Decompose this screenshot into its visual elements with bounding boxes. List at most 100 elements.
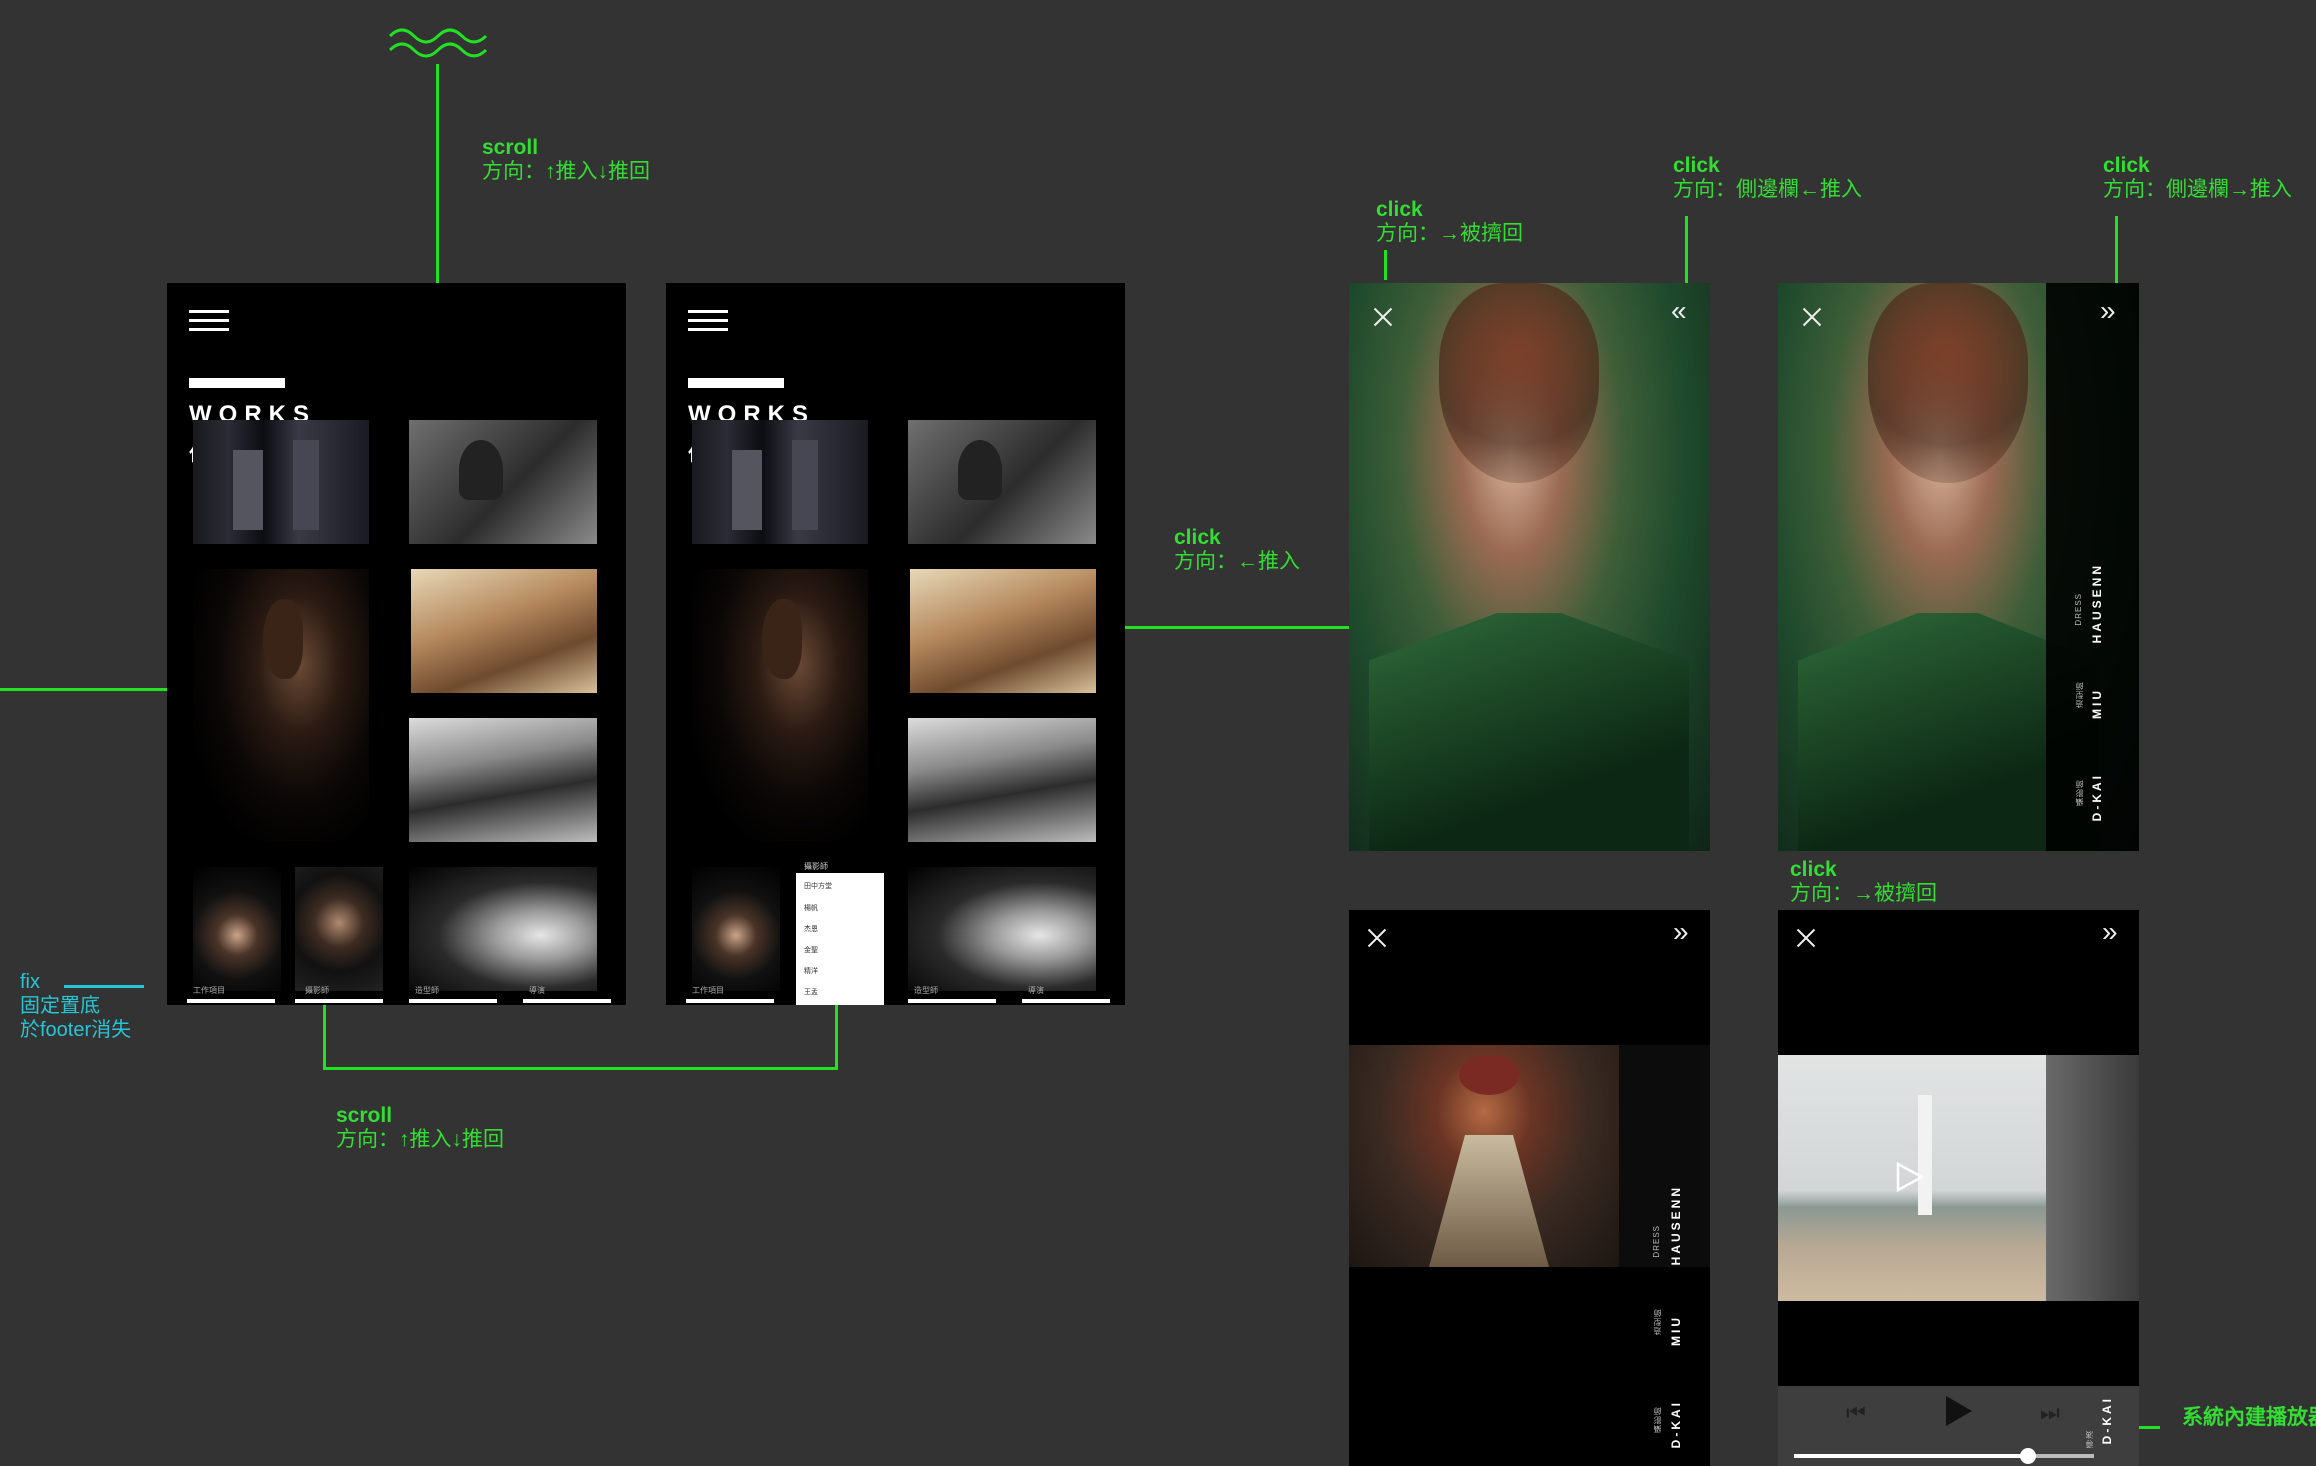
landscape-photo [1349,1045,1619,1267]
connector-close [1384,250,1387,280]
title-bar [189,378,285,388]
menu-icon[interactable] [189,310,229,332]
work-thumbnail[interactable] [295,867,383,991]
footer-label-category[interactable]: 工作項目 [193,985,225,996]
works-screen-2: WORKS 作品 攝影師 田中方堂 楊帆 杰恩 金聖 精洋 王孟 工作項目 造型… [666,283,1125,1005]
footer-label-director[interactable]: 導演 [1028,985,1044,996]
annotation-click-sidebar-out: click 方向：側邊欄→推入 [2103,154,2292,202]
work-thumbnail[interactable] [193,420,369,544]
previous-icon[interactable]: ⏮ [1846,1400,1866,1426]
work-thumbnail[interactable] [692,569,868,841]
close-icon[interactable] [1796,928,1816,948]
credit-name: D-KAI [2090,773,2104,822]
annotation-title: 系統內建播放器 [2182,1406,2316,1429]
photographer-filter-dropdown[interactable]: 攝影師 田中方堂 楊帆 杰恩 金聖 精洋 王孟 [796,862,884,1005]
footer-tab-bar [908,999,996,1003]
close-icon[interactable] [1367,928,1387,948]
work-thumbnail[interactable] [908,420,1096,544]
annotation-title: click [1790,858,1837,881]
video-frame[interactable] [1778,1055,2046,1301]
credit-name: HAUSENN [1669,1185,1683,1266]
photo-sidebar-overlay [1619,1045,1710,1267]
dropdown-option[interactable]: 精洋 [804,966,818,976]
annotation-line: 於footer消失 [20,1019,132,1041]
footer-tab-bar [686,999,774,1003]
credit-role: 攝影師 [2075,779,2084,806]
credit-name: D-KAI [2100,1396,2114,1445]
close-icon[interactable] [1802,307,1822,327]
annotation-title: click [2103,154,2150,177]
annotation-scroll-bottom: scroll 方向：↑推入↓推回 [336,1104,504,1152]
annotation-desc: 方向：←推入 [1174,550,1300,573]
work-thumbnail[interactable] [692,420,868,544]
title-bar [688,378,784,388]
annotation-click-close-video: click 方向：→被擠回 [1790,858,1937,906]
work-thumbnail[interactable] [409,867,597,991]
annotation-line: 固定置底 [20,995,100,1017]
footer-tab-bar [523,999,611,1003]
credit-name: MIU [2090,688,2104,719]
play-icon[interactable] [1946,1396,1972,1426]
credit-role: 導演 [2085,1430,2094,1448]
work-thumbnail[interactable] [910,569,1096,693]
dropdown-option[interactable]: 田中方堂 [804,881,832,891]
credit-role: 造型師 [1653,1308,1662,1335]
next-icon[interactable]: ⏭ [2040,1400,2060,1426]
work-thumbnail[interactable] [411,569,597,693]
photo-hair [1439,283,1599,483]
menu-icon[interactable] [688,310,728,332]
dropdown-option[interactable]: 金聖 [804,945,818,955]
photo-dress [1369,613,1689,851]
connector-bottom-base [323,1067,838,1070]
annotation-click-push: click 方向：←推入 [1174,526,1300,574]
chevron-right-icon[interactable]: » [2102,918,2118,946]
work-thumbnail[interactable] [908,718,1096,842]
works-screen-1: WORKS 作品 工作項目 攝影師 造型師 導演 [167,283,626,1005]
work-thumbnail[interactable] [692,867,780,991]
connector-scroll-top [436,64,439,312]
footer-tab-bar [1022,999,1110,1003]
annotation-title: click [1673,154,1720,177]
annotation-fix: fix 固定置底 於footer消失 [20,970,131,1042]
close-icon[interactable] [1373,307,1393,327]
credit-role: DRESS [1652,1225,1661,1258]
annotation-desc: 方向：→被擠回 [1376,222,1523,245]
annotation-click-sidebar-in: click 方向：側邊欄←推入 [1673,154,1862,202]
play-overlay-icon[interactable] [1892,1160,1926,1194]
annotation-scroll-top: scroll 方向：↑推入↓推回 [482,136,650,184]
annotation-desc: 方向：→被擠回 [1790,882,1937,905]
dropdown-option[interactable]: 楊帆 [804,903,818,913]
credit-role: 造型師 [2075,681,2084,708]
dropdown-option[interactable]: 杰恩 [804,924,818,934]
connector-bottom-right [835,1000,838,1070]
work-thumbnail[interactable] [908,867,1096,991]
footer-label-category[interactable]: 工作項目 [692,985,724,996]
credit-role: 攝影師 [1653,1406,1662,1433]
footer-tab-bar [187,999,275,1003]
connector-bottom-left [323,1000,326,1070]
annotation-title: fix [20,971,40,993]
credit-name: HAUSENN [2090,563,2104,644]
work-thumbnail[interactable] [409,420,597,544]
credit-name: D-KAI [1669,1400,1683,1449]
footer-tab-bar [295,999,383,1003]
dropdown-option[interactable]: 王孟 [804,987,818,997]
credit-name: MIU [1669,1315,1683,1346]
footer-label-stylist[interactable]: 造型師 [914,985,938,996]
dropdown-header: 攝影師 [804,862,828,871]
annotation-desc: 方向：側邊欄→推入 [2103,178,2292,201]
footer-label-director[interactable]: 導演 [529,985,545,996]
chevron-right-icon[interactable]: » [1673,918,1689,946]
annotation-desc: 方向：↑推入↓推回 [336,1128,504,1151]
chevron-left-icon[interactable]: « [1671,297,1687,325]
work-thumbnail[interactable] [409,718,597,842]
work-thumbnail[interactable] [193,569,369,841]
annotation-title: click [1376,198,1423,221]
chevron-right-icon[interactable]: » [2100,297,2116,325]
work-thumbnail[interactable] [193,867,281,991]
credit-role: DRESS [2074,593,2083,626]
progress-knob[interactable] [2020,1448,2036,1464]
footer-label-photographer[interactable]: 攝影師 [305,985,329,996]
footer-label-stylist[interactable]: 造型師 [415,985,439,996]
progress-fill [1794,1454,2028,1458]
